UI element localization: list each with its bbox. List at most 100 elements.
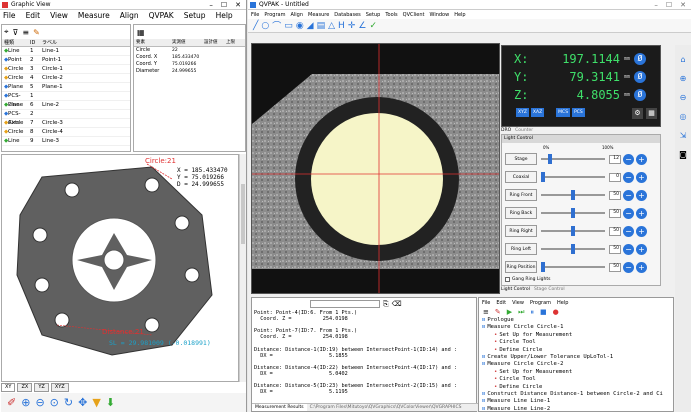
qvpak-menu-help[interactable]: Help [454, 12, 465, 18]
qvpak-menu-tools[interactable]: Tools [385, 12, 397, 18]
tree-item[interactable]: • Set Up for Measurement [482, 332, 673, 339]
increase-button[interactable]: + [636, 261, 647, 273]
results-copy-icon[interactable]: ⎘ [383, 300, 389, 309]
qvpak-menu-qvclient[interactable]: QVClient [403, 12, 425, 18]
element-row[interactable]: ◆ Line 9 Line-3 [2, 137, 130, 146]
grid-icon[interactable]: ▦ [137, 28, 145, 37]
close-button[interactable]: ✕ [235, 1, 241, 9]
decrease-button[interactable]: − [623, 189, 634, 201]
tab-dro[interactable]: DRO [501, 128, 511, 133]
tab-xy[interactable]: XY [1, 383, 16, 392]
dro-y-zero-button[interactable]: Ø [634, 70, 647, 83]
tree-node-icon[interactable]: ⊟ [482, 361, 485, 367]
menu-measure[interactable]: Measure [78, 11, 110, 20]
expand-icon[interactable]: ⇲ [680, 131, 687, 140]
increase-button[interactable]: + [636, 243, 647, 255]
qvpak-menu-file[interactable]: File [251, 12, 259, 18]
element-row[interactable]: ◆ Circle 8 Circle-4 [2, 128, 130, 137]
light-slider[interactable] [541, 154, 605, 164]
menu-file[interactable]: File [3, 11, 16, 20]
gang-ring-lights[interactable]: Gang Ring Lights [502, 277, 660, 282]
rect-tool-icon[interactable]: ▭ [284, 21, 293, 31]
editor-list-icon[interactable]: ≡ [483, 308, 489, 316]
qvpak-menu-align[interactable]: Align [290, 12, 303, 18]
results-clear-icon[interactable]: ⌫ [392, 300, 402, 308]
element-row[interactable]: ◆ Circle 7 Circle-3 [2, 119, 130, 128]
filter-icon[interactable]: ⊽ [13, 28, 19, 37]
dro-calc-icon[interactable]: ▦ [646, 108, 657, 119]
tree-item[interactable]: • Define Circle [482, 384, 673, 391]
edge-tool-icon[interactable]: ◢ [307, 21, 314, 31]
focus-tool-icon[interactable]: ◉ [296, 21, 304, 31]
check-tool-icon[interactable]: ✓ [369, 21, 377, 31]
tree-node-icon[interactable]: • [494, 376, 497, 382]
editor-record-icon[interactable]: ● [553, 308, 559, 316]
editor-menu-help[interactable]: Help [557, 300, 568, 306]
tree-item[interactable]: ⊟ Construct Distance Distance-1 between C… [482, 391, 673, 398]
light-value[interactable]: 50 [609, 208, 621, 218]
qvpak-minimize-button[interactable]: – [654, 1, 658, 9]
qvpak-menu-databases[interactable]: Databases [334, 12, 360, 18]
zoom-out-icon[interactable]: ⊖ [680, 93, 687, 102]
decrease-button[interactable]: − [623, 261, 634, 273]
light-value[interactable]: 50 [609, 244, 621, 254]
element-row[interactable]: ◆ Point 2 Point-1 [2, 56, 130, 65]
mcs-button[interactable]: MCS [556, 108, 571, 117]
tree-node-icon[interactable]: ⊟ [482, 398, 485, 404]
line-tool-icon[interactable]: ╱ [253, 21, 258, 31]
tree-node-icon[interactable]: • [494, 339, 497, 345]
editor-step-icon[interactable]: ⏭ [518, 308, 524, 317]
decrease-button[interactable]: − [623, 225, 634, 237]
light-slider-thumb[interactable] [571, 208, 575, 218]
increase-button[interactable]: + [636, 207, 647, 219]
menu-align[interactable]: Align [120, 11, 139, 20]
tab-stage-control[interactable]: Stage Control [534, 287, 565, 292]
light-slider-thumb[interactable] [541, 262, 545, 272]
light-slider[interactable] [541, 226, 605, 236]
editor-menu-edit[interactable]: Edit [496, 300, 506, 306]
cross-tool-icon[interactable]: ✛ [348, 21, 356, 31]
tree-node-icon[interactable]: ⊟ [482, 354, 485, 360]
maximize-button[interactable]: ☐ [221, 1, 227, 9]
light-slider[interactable] [541, 244, 605, 254]
circle-tool-icon[interactable]: ○ [261, 21, 269, 31]
tree-item[interactable]: ⊟ Measure Line Line-2 [482, 406, 673, 411]
tree-node-icon[interactable]: • [494, 384, 497, 390]
element-row[interactable]: ◆ Line 1 Line-1 [2, 47, 130, 56]
element-row[interactable]: ◆ Circle 3 Circle-1 [2, 65, 130, 74]
light-slider-thumb[interactable] [571, 244, 575, 254]
light-slider-thumb[interactable] [571, 226, 575, 236]
editor-menu-view[interactable]: View [512, 300, 524, 306]
menu-setup[interactable]: Setup [184, 11, 206, 20]
tree-node-icon[interactable]: • [494, 332, 497, 338]
decrease-button[interactable]: − [623, 171, 634, 183]
decrease-button[interactable]: − [623, 207, 634, 219]
tree-item[interactable]: ⊟ Measure Circle Circle-2 [482, 361, 673, 368]
light-slider-thumb[interactable] [541, 172, 545, 182]
light-slider-thumb[interactable] [548, 154, 553, 164]
tree-item[interactable]: ⊟ Measure Line Line-1 [482, 398, 673, 405]
light-slider-thumb[interactable] [571, 190, 575, 200]
qvpak-menu-window[interactable]: Window [429, 12, 449, 18]
xyz-button[interactable]: XYZ [516, 108, 529, 117]
results-search-field[interactable] [310, 300, 380, 308]
light-value[interactable]: 0 [609, 172, 621, 182]
tab-light-control[interactable]: Light Control [501, 287, 530, 292]
camera-icon[interactable]: ◙ [679, 150, 687, 159]
tree-node-icon[interactable]: • [494, 347, 497, 353]
tree-item[interactable]: • Circle Tool [482, 376, 673, 383]
decrease-button[interactable]: − [623, 153, 634, 165]
vertical-scrollbar[interactable] [239, 154, 246, 382]
arc-tool-icon[interactable]: ⌒ [272, 19, 281, 32]
decrease-button[interactable]: − [623, 243, 634, 255]
tree-item[interactable]: • Define Circle [482, 347, 673, 354]
tree-item[interactable]: ⊟ Create Upper/Lower Tolerance UpLoTol-1 [482, 354, 673, 361]
gang-checkbox[interactable] [505, 277, 510, 282]
qvpak-menu-program[interactable]: Program [264, 12, 285, 18]
element-row[interactable]: ◆ Plane 5 Plane-1 [2, 83, 130, 92]
home-icon[interactable]: ⌂ [680, 55, 685, 64]
tab-measurement-results[interactable]: Measurement Results [252, 404, 307, 411]
auto-tool-icon[interactable]: ▤ [317, 21, 326, 31]
zoom-in-icon[interactable]: ⊕ [680, 74, 687, 83]
list-icon[interactable]: ≡ [22, 28, 29, 37]
